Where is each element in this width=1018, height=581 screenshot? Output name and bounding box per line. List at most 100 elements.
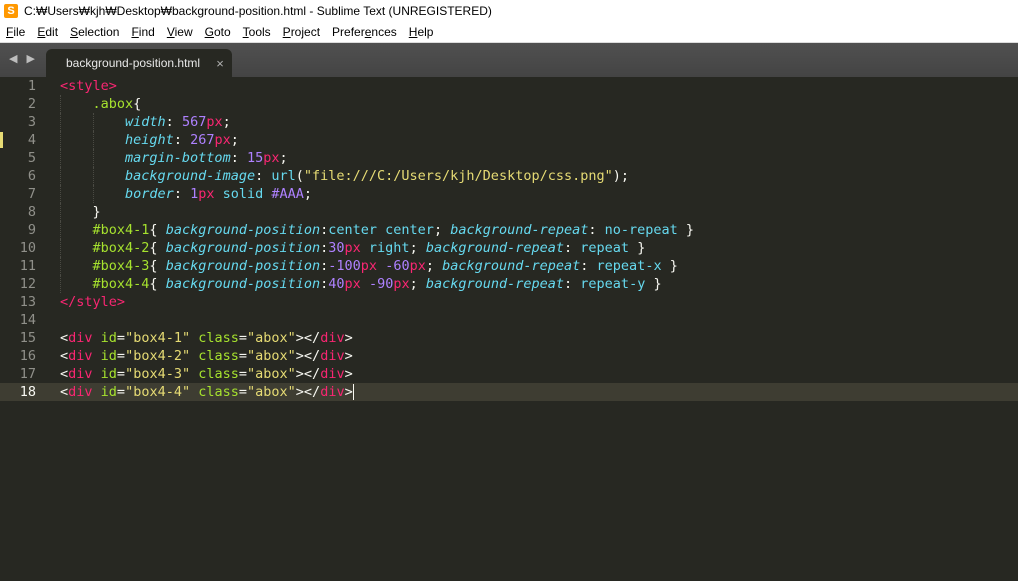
line-number: 6	[27, 168, 36, 184]
token-unit: px	[263, 150, 280, 166]
menu-item-view[interactable]: View	[161, 25, 199, 39]
close-icon[interactable]: ×	[208, 56, 232, 71]
code-text: margin-bottom: 15px;	[60, 149, 288, 167]
token-unit: px	[214, 132, 231, 148]
menu-item-selection[interactable]: Selection	[64, 25, 125, 39]
token-punc: =	[116, 366, 126, 382]
code-line[interactable]: 7 border: 1px solid #AAA;	[0, 185, 1018, 203]
token-val: repeat-y	[580, 276, 646, 292]
token-punc: ></	[295, 348, 321, 364]
token-prop: border	[125, 186, 174, 202]
token-val: no-repeat	[604, 222, 678, 238]
text-cursor	[352, 384, 354, 400]
token-val: right	[360, 240, 410, 256]
menu-label-part: roject	[290, 25, 321, 39]
code-line[interactable]: 2 .abox{	[0, 95, 1018, 113]
code-text: background-image: url("file:///C:/Users/…	[60, 167, 629, 185]
token-prop: background-repeat	[442, 258, 581, 274]
code-editor[interactable]: 1 <style> 2 .abox{3 width: 567px; 4 height:…	[0, 77, 1018, 581]
token-punc: :	[173, 186, 191, 202]
line-number: 17	[19, 366, 36, 382]
code-line[interactable]: 14	[0, 311, 1018, 329]
code-text: #box4-1{ background-position: center cent…	[60, 221, 695, 239]
token-str: "abox"	[247, 330, 296, 346]
token-num: #AAA	[271, 186, 304, 202]
token-unit: px	[393, 276, 410, 292]
code-line[interactable]: 4 height: 267px;	[0, 131, 1018, 149]
token-punc: ;	[303, 186, 313, 202]
code-line[interactable]: 13 </style>	[0, 293, 1018, 311]
token-punc: :	[173, 132, 191, 148]
token-punc: ;	[409, 240, 426, 256]
menu-item-project[interactable]: Project	[277, 25, 326, 39]
code-line[interactable]: 12 #box4-4{ background-position:40px -90…	[0, 275, 1018, 293]
token-punc: =	[116, 384, 126, 400]
menu-item-edit[interactable]: Edit	[31, 25, 64, 39]
token-punc: ;	[409, 276, 426, 292]
token-punc: {	[133, 96, 142, 112]
token-attr: class	[190, 330, 239, 346]
token-punc: <	[60, 384, 69, 400]
token-prop: background-position	[165, 240, 321, 256]
menu-item-file[interactable]: File	[0, 25, 31, 39]
code-line[interactable]: 16 <div id="box4-2" class="abox"></div>	[0, 347, 1018, 365]
code-line[interactable]: 10 #box4-2{ background-position: 30px rig…	[0, 239, 1018, 257]
token-tag: div	[320, 384, 345, 400]
code-text: .abox{	[60, 95, 142, 113]
code-text: <div id="box4-3" class="abox"></div>	[60, 365, 353, 383]
code-line[interactable]: 11 #box4-3{ background-position:-100px -…	[0, 257, 1018, 275]
menu-item-help[interactable]: Help	[403, 25, 440, 39]
token-str: "abox"	[247, 366, 296, 382]
menu-mnemonic: G	[204, 25, 214, 39]
code-line[interactable]: 3 width: 567px;	[0, 113, 1018, 131]
token-unit: px	[360, 258, 378, 274]
code-line[interactable]: 8 }	[0, 203, 1018, 221]
token-punc: =	[116, 330, 126, 346]
code-line[interactable]: 18 <div id="box4-4" class="abox"></div>	[0, 383, 1018, 401]
code-line[interactable]: 15 <div id="box4-1" class="abox"></div>	[0, 329, 1018, 347]
menu-item-goto[interactable]: Goto	[199, 25, 237, 39]
token-prop: background-repeat	[450, 222, 589, 238]
token-num: 40	[328, 276, 345, 292]
code-line[interactable]: 6 background-image: url("file:///C:/User…	[0, 167, 1018, 185]
token-num: -90	[368, 276, 394, 292]
tab-label: background-position.html	[66, 56, 201, 70]
line-number: 8	[27, 204, 36, 220]
token-prop: background-repeat	[425, 276, 565, 292]
token-num: 1	[190, 186, 199, 202]
token-prop: background-position	[165, 276, 321, 292]
token-punc: :	[165, 114, 182, 130]
line-number: 14	[19, 312, 36, 328]
token-punc: {	[149, 222, 166, 238]
menu-item-tools[interactable]: Tools	[237, 25, 277, 39]
token-sel: #box4-4	[92, 276, 150, 292]
token-attr: id	[92, 366, 117, 382]
code-line[interactable]: 9 #box4-1{ background-position: center ce…	[0, 221, 1018, 239]
menu-item-preferences[interactable]: Preferences	[326, 25, 403, 39]
tab-background-position-html[interactable]: background-position.html ×	[46, 49, 232, 77]
code-line[interactable]: 17 <div id="box4-3" class="abox"></div>	[0, 365, 1018, 383]
menu-mnemonic: V	[166, 25, 175, 39]
token-prop: margin-bottom	[125, 150, 231, 166]
token-val: solid	[214, 186, 272, 202]
code-line[interactable]: 1 <style>	[0, 77, 1018, 95]
token-num: 15	[246, 150, 264, 166]
token-punc: {	[149, 276, 166, 292]
menu-item-find[interactable]: Find	[125, 25, 160, 39]
token-prop: background-repeat	[425, 240, 565, 256]
token-attr: id	[92, 384, 117, 400]
code-line[interactable]: 5 margin-bottom: 15px;	[0, 149, 1018, 167]
token-punc: >	[344, 384, 353, 400]
token-tag: <style>	[60, 78, 117, 94]
token-sel: #box4-2	[92, 240, 150, 256]
code-text: border: 1px solid #AAA;	[60, 185, 312, 203]
code-text: width: 567px;	[60, 113, 231, 131]
menu-mnemonic: S	[70, 25, 79, 39]
token-tag: div	[320, 366, 345, 382]
token-attr: class	[190, 384, 239, 400]
token-val: repeat-x	[596, 258, 662, 274]
tab-nav-arrows-icon[interactable]: ◀ ▶	[9, 52, 38, 65]
token-attr: id	[92, 330, 117, 346]
